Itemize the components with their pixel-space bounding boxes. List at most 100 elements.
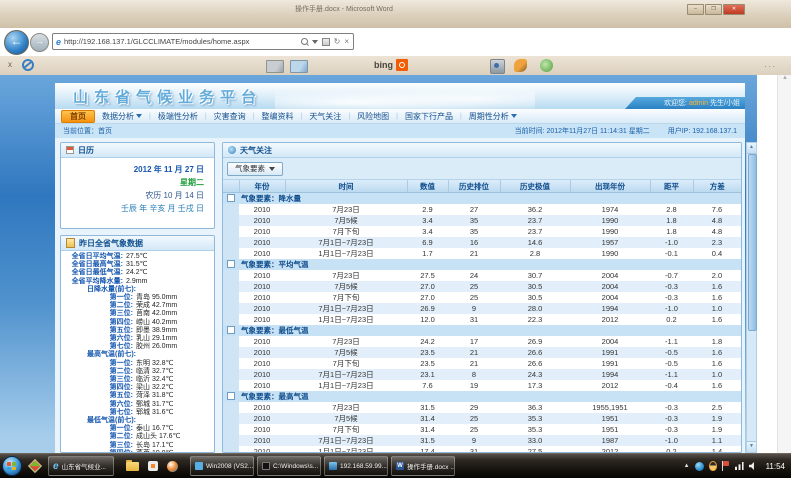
blocked-icon[interactable]: [22, 59, 34, 71]
group-checkbox[interactable]: [227, 194, 235, 202]
taskbar-task[interactable]: C:\Windows\s...: [257, 456, 321, 476]
table-row[interactable]: 20107月下旬31.42535.31951-0.31.9: [223, 424, 741, 435]
taskbar-task[interactable]: Win2008 (VS2...: [190, 456, 254, 476]
cell: 31: [448, 314, 500, 325]
group-row[interactable]: 气象要素：降水量: [223, 193, 741, 205]
nav-item-2[interactable]: 数据分析: [102, 111, 142, 122]
bing-search-widget[interactable]: bing: [374, 59, 408, 71]
group-row[interactable]: 气象要素：平均气温: [223, 259, 741, 270]
app-icon[interactable]: [148, 461, 158, 471]
stat-label: 全省平均降水量:: [61, 278, 123, 286]
toolbar-paint-icon[interactable]: [514, 59, 527, 72]
column-header: 历史极值: [500, 180, 570, 193]
toolbar-card-icon-1[interactable]: [266, 60, 284, 73]
volume-icon[interactable]: [749, 462, 758, 470]
network-icon[interactable]: [735, 462, 744, 470]
table-row[interactable]: 20107月5候27.02530.52004-0.31.6: [223, 281, 741, 292]
group-checkbox[interactable]: [227, 392, 235, 400]
nav-separator: |: [460, 113, 462, 120]
table-row[interactable]: 20101月1日~7月23日7.61917.32012-0.41.6: [223, 380, 741, 391]
table-row[interactable]: 20107月23日24.21726.92004-1.11.8: [223, 336, 741, 347]
taskbar-ie-button[interactable]: e 山东省气候业...: [48, 456, 114, 476]
taskbar-task[interactable]: 192.168.59.99...: [324, 456, 388, 476]
cell: 1月1日~7月23日: [285, 248, 407, 259]
element-filter-button[interactable]: 气象要素: [227, 162, 283, 176]
page-container: 山东省气候业务平台 欢迎您: admin 先生/小姐 首页数据分析|极端性分析|…: [55, 83, 745, 453]
cell: 9: [448, 435, 500, 446]
nav-item-3[interactable]: 极端性分析: [158, 111, 198, 122]
qq-penguin-icon[interactable]: [709, 461, 717, 471]
nav-item-1[interactable]: 首页: [61, 110, 95, 123]
compatibility-icon[interactable]: [322, 38, 330, 46]
close-button[interactable]: ✕: [723, 4, 745, 15]
group-cell: 气象要素：平均气温: [223, 259, 741, 270]
table-row[interactable]: 20107月下旬27.02530.52004-0.31.6: [223, 292, 741, 303]
forward-button[interactable]: →: [30, 33, 49, 52]
clock[interactable]: 11:54: [766, 462, 785, 471]
table-row[interactable]: 20107月1日~7月23日26.9928.01994-1.01.0: [223, 303, 741, 314]
cell: 7月下旬: [285, 424, 407, 435]
cell: 1月1日~7月23日: [285, 380, 407, 391]
toolbar-card-icon-2[interactable]: [290, 60, 308, 73]
bing-search-icon[interactable]: [396, 59, 408, 71]
refresh-icon[interactable]: ↻: [334, 37, 341, 46]
table-row[interactable]: 20107月5候31.42535.31951-0.31.9: [223, 413, 741, 424]
stop-icon[interactable]: ×: [344, 37, 349, 46]
scrollbar-thumb[interactable]: [748, 154, 757, 331]
nav-item-9[interactable]: 周期性分析: [469, 111, 517, 122]
table-row[interactable]: 20107月下旬3.43523.719901.84.8: [223, 226, 741, 237]
url-text[interactable]: http://192.168.137.1/GLCCLIMATE/modules/…: [64, 37, 301, 46]
nav-item-8[interactable]: 国家下行产品: [405, 111, 453, 122]
table-row[interactable]: 20107月1日~7月23日31.5933.01987-1.01.1: [223, 435, 741, 446]
cell: 1991: [570, 358, 650, 369]
nav-item-7[interactable]: 风险地图: [357, 111, 389, 122]
table-row[interactable]: 20107月5候23.52126.61991-0.51.6: [223, 347, 741, 358]
group-checkbox[interactable]: [227, 326, 235, 334]
browser-scrollbar[interactable]: ▲: [777, 75, 791, 453]
restore-button[interactable]: ❐: [705, 4, 722, 15]
content-scrollbar[interactable]: ▲ ▼: [746, 142, 757, 453]
rank-row: 第六位:鄄城 31.7℃: [61, 401, 211, 409]
group-row[interactable]: 气象要素：最低气温: [223, 325, 741, 336]
nav-item-5[interactable]: 整编资料: [261, 111, 293, 122]
table-row[interactable]: 20107月23日2.92736.219742.87.6: [223, 204, 741, 215]
table-row[interactable]: 20107月23日27.52430.72004-0.72.0: [223, 270, 741, 281]
scroll-down-icon[interactable]: ▼: [747, 441, 756, 452]
scroll-up-icon[interactable]: ▲: [747, 143, 756, 154]
nav-item-4[interactable]: 灾害查询: [214, 111, 246, 122]
search-icon[interactable]: [301, 38, 308, 45]
group-checkbox[interactable]: [227, 260, 235, 268]
taskbar-task[interactable]: W操作手册.docx ...: [391, 456, 455, 476]
welcome-username: admin: [689, 100, 708, 107]
group-row[interactable]: 气象要素：最高气温: [223, 391, 741, 402]
table-row[interactable]: 20101月1日~7月23日1.7212.81990-0.10.4: [223, 248, 741, 259]
messenger-icon[interactable]: [695, 462, 704, 471]
back-button[interactable]: ←: [4, 30, 29, 55]
cell: 2010: [239, 270, 285, 281]
table-row[interactable]: 20107月下旬23.52126.61991-0.51.6: [223, 358, 741, 369]
table-row[interactable]: 20107月5候3.43523.719901.84.8: [223, 215, 741, 226]
toolbar-globe-icon[interactable]: [540, 59, 553, 72]
gadget-icon[interactable]: [28, 459, 42, 473]
cell: 12.0: [407, 314, 448, 325]
toolbar-camera-icon[interactable]: [490, 59, 505, 74]
column-header: 时间: [285, 180, 407, 193]
hidden-icons-arrow[interactable]: ▲: [684, 463, 690, 469]
table-row[interactable]: 20107月1日~7月23日6.91614.61957-1.02.3: [223, 237, 741, 248]
table-row[interactable]: 20101月1日~7月23日17.43127.520120.21.4: [223, 446, 741, 453]
action-center-flag-icon[interactable]: [722, 461, 730, 471]
cell: -0.3: [650, 402, 693, 413]
address-dropdown-icon[interactable]: [312, 40, 318, 44]
close-toolbar-icon[interactable]: x: [8, 60, 12, 69]
explorer-icon[interactable]: [126, 462, 139, 471]
start-button[interactable]: [2, 456, 22, 476]
table-row[interactable]: 20101月1日~7月23日12.03122.320120.21.6: [223, 314, 741, 325]
minimize-button[interactable]: –: [687, 4, 704, 15]
nav-item-6[interactable]: 天气关注: [309, 111, 341, 122]
address-bar[interactable]: e http://192.168.137.1/GLCCLIMATE/module…: [52, 33, 354, 50]
table-row[interactable]: 20107月1日~7月23日23.1824.31994-1.11.0: [223, 369, 741, 380]
stat-row: 全省平均降水量:2.9mm: [61, 278, 211, 286]
table-row[interactable]: 20107月23日31.52936.31955,1951-0.32.5: [223, 402, 741, 413]
media-player-icon[interactable]: [167, 461, 178, 472]
toolbar-overflow-button[interactable]: ...: [764, 60, 777, 69]
